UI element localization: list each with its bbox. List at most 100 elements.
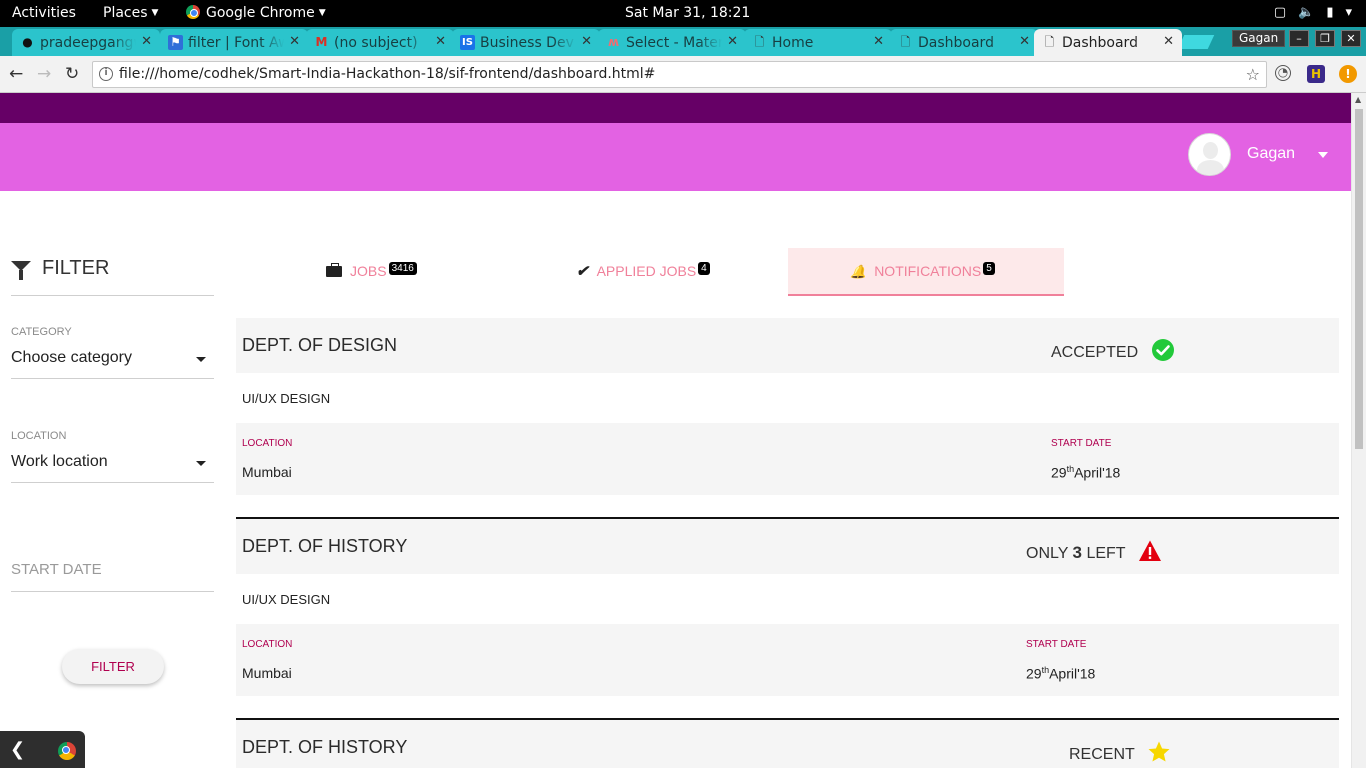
back-icon[interactable]: ← [9, 64, 23, 84]
chevron-left-icon[interactable]: ❮ [10, 739, 25, 760]
job-card[interactable]: DEPT. OF HISTORY RECENT [236, 720, 1339, 768]
filter-icon [11, 261, 31, 280]
close-icon[interactable]: ✕ [289, 34, 300, 49]
browser-toolbar: ← → ↻ i file:///home/codhek/Smart-India-… [0, 56, 1366, 93]
status-text: ONLY [1026, 545, 1073, 562]
avatar[interactable] [1188, 133, 1231, 176]
page-scrollbar[interactable]: ▲ [1351, 93, 1366, 768]
start-date-input[interactable]: START DATE [11, 555, 214, 592]
scroll-thumb[interactable] [1355, 109, 1363, 449]
scroll-up-icon[interactable]: ▲ [1355, 95, 1361, 104]
category-select[interactable]: Choose category [11, 349, 214, 379]
materialize-icon: ʍ [607, 35, 620, 49]
tab-label: Dashboard [1062, 35, 1138, 51]
start-date-value: 29thApril'18 [1026, 665, 1096, 682]
app-menu-label: Google Chrome [206, 5, 315, 21]
count-badge: 5 [983, 262, 995, 275]
user-name[interactable]: Gagan [1247, 145, 1295, 163]
close-icon[interactable]: ✕ [873, 34, 884, 49]
close-window-icon[interactable]: ✕ [1341, 30, 1361, 47]
app-menu[interactable]: Google Chrome ▼ [186, 5, 326, 21]
category-label: CATEGORY [11, 326, 72, 338]
system-top-bar: Activities Places ▼ Google Chrome ▼ Sat Ma… [0, 0, 1366, 27]
h-extension-icon[interactable]: H [1307, 65, 1325, 83]
caret-down-icon[interactable] [1318, 152, 1328, 158]
tab-label: JOBS [350, 263, 387, 279]
browser-tab[interactable]: M (no subject) ✕ [306, 29, 454, 56]
reload-icon[interactable]: ↻ [65, 64, 79, 84]
activities-button[interactable]: Activities [12, 5, 76, 21]
browser-tab[interactable]: ⚑ filter | Font Awesome ✕ [160, 29, 308, 56]
browser-tab[interactable]: ● pradeepgangw ✕ [12, 29, 160, 56]
status-text: LEFT [1082, 545, 1126, 562]
chrome-icon[interactable] [58, 742, 76, 760]
location-value: Work location [11, 453, 108, 470]
new-tab-button[interactable] [1177, 35, 1215, 49]
caret-down-icon: ▼ [151, 8, 159, 18]
location-label: LOCATION [11, 430, 67, 442]
close-icon[interactable]: ✕ [1019, 34, 1030, 49]
close-icon[interactable]: ✕ [141, 34, 152, 49]
job-card[interactable]: DEPT. OF HISTORY ONLY 3 LEFT UI/UX DESIG… [236, 519, 1339, 696]
browser-tab[interactable]: ʍ Select - Materialize ✕ [598, 29, 746, 56]
info-icon[interactable]: i [99, 67, 113, 81]
browser-tab-active[interactable]: 🗋 Dashboard ✕ [1034, 29, 1182, 56]
clock[interactable]: Sat Mar 31, 18:21 [625, 5, 750, 21]
address-bar[interactable]: i file:///home/codhek/Smart-India-Hackat… [92, 61, 1267, 88]
dept-title: DEPT. OF DESIGN [242, 335, 398, 355]
bell-icon: 🔔 [850, 264, 867, 279]
tab-label: APPLIED JOBS [596, 263, 697, 279]
tab-label: Home [772, 35, 814, 51]
tab-applied-jobs[interactable]: ✔ APPLIED JOBS 4 [512, 248, 788, 296]
close-icon[interactable]: ✕ [1163, 34, 1174, 49]
card-header: DEPT. OF DESIGN ACCEPTED [236, 318, 1339, 373]
flag-icon: ⚑ [168, 35, 183, 50]
tab-label: NOTIFICATIONS [874, 263, 982, 279]
volume-icon: 🔈 [1298, 5, 1315, 20]
places-menu[interactable]: Places ▼ [103, 5, 158, 21]
job-subtitle: UI/UX DESIGN [242, 592, 331, 607]
close-icon[interactable]: ✕ [727, 34, 738, 49]
status-text: RECENT [1069, 746, 1135, 763]
profile-button[interactable]: Gagan [1232, 30, 1286, 47]
forward-icon[interactable]: → [37, 64, 51, 84]
status-count: 3 [1072, 543, 1083, 562]
card-details: LOCATION Mumbai START DATE 29thApril'18 [236, 423, 1339, 495]
minimize-icon[interactable]: – [1289, 30, 1309, 47]
browser-tab[interactable]: 🗋 Dashboard ✕ [890, 29, 1038, 56]
category-value: Choose category [11, 349, 132, 366]
alert-extension-icon[interactable]: ! [1339, 65, 1357, 83]
maximize-icon[interactable]: ❐ [1315, 30, 1335, 47]
card-details: LOCATION Mumbai START DATE 29thApril'18 [236, 624, 1339, 696]
places-label: Places [103, 5, 148, 21]
job-subtitle: UI/UX DESIGN [242, 391, 331, 406]
job-card[interactable]: DEPT. OF DESIGN ACCEPTED UI/UX DESIGN LO… [236, 318, 1339, 495]
top-band [0, 93, 1351, 123]
is-icon: IS [460, 35, 475, 50]
location-value: Mumbai [242, 665, 292, 681]
tab-notifications[interactable]: 🔔 NOTIFICATIONS 5 [788, 248, 1064, 296]
system-tray[interactable]: ▢ 🔈 ▮ ▾ [1274, 5, 1352, 20]
speed-extension-icon[interactable]: ◔ [1275, 65, 1291, 81]
screen-icon: ▢ [1273, 5, 1287, 20]
location-select[interactable]: Work location [11, 453, 214, 483]
start-date-value: 29thApril'18 [1051, 464, 1121, 481]
filter-title: FILTER [42, 257, 110, 279]
filter-button[interactable]: FILTER [62, 649, 164, 684]
github-icon: ● [22, 35, 33, 49]
tab-jobs[interactable]: JOBS 3416 [236, 248, 512, 296]
browser-tab[interactable]: IS Business Dev ✕ [452, 29, 600, 56]
url-text: file:///home/codhek/Smart-India-Hackatho… [119, 66, 656, 82]
briefcase-icon [326, 263, 342, 277]
close-icon[interactable]: ✕ [435, 34, 446, 49]
gmail-icon: M [315, 35, 328, 49]
browser-tab[interactable]: 🗋 Home ✕ [744, 29, 892, 56]
bookmark-star-icon[interactable]: ☆ [1246, 65, 1260, 84]
site-header: Gagan [0, 123, 1351, 191]
caret-down-icon [196, 461, 206, 466]
start-date-placeholder: START DATE [11, 561, 102, 578]
tab-label: Business Dev [480, 35, 574, 51]
status-text: ACCEPTED [1051, 344, 1139, 361]
tab-label: Select - Materialize [626, 35, 722, 51]
close-icon[interactable]: ✕ [581, 34, 592, 49]
